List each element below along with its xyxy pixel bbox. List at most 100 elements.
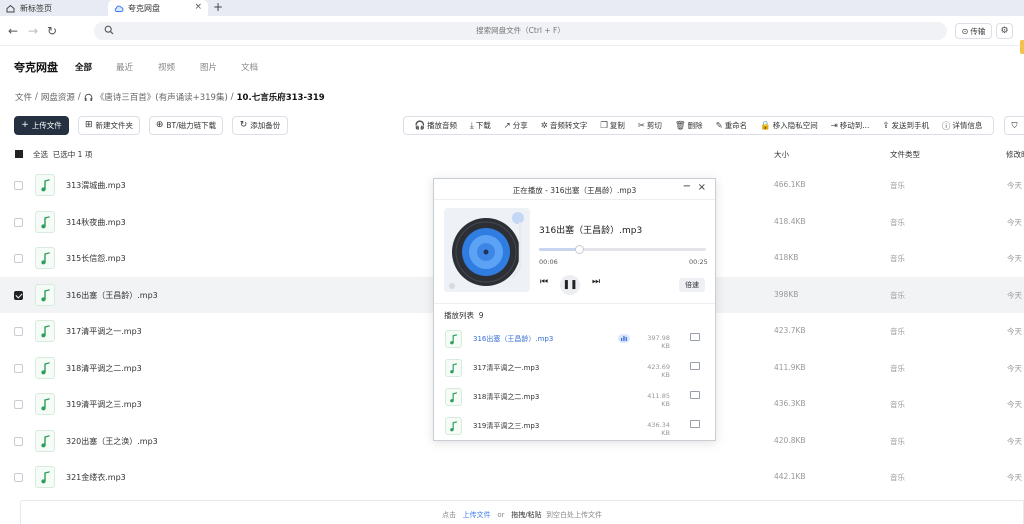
op-label: 详情信息 bbox=[952, 121, 983, 130]
tab-new-tab[interactable]: 新标签页 bbox=[0, 0, 108, 16]
playlist-item-size: 397.98 KB bbox=[647, 334, 670, 350]
new-folder-label: 新建文件夹 bbox=[95, 121, 134, 130]
category-image[interactable]: 图片 bbox=[200, 61, 217, 73]
playlist-item[interactable]: 317清平调之一.mp3 423.69 KB bbox=[434, 354, 717, 383]
table-row[interactable]: 321金缕衣.mp3 442.1KB 音乐 今天 1 bbox=[0, 459, 1024, 495]
pause-button[interactable]: ❚❚ bbox=[560, 275, 580, 295]
audio-file-icon bbox=[35, 174, 55, 196]
footer-suffix: 到空白处上传文件 bbox=[546, 511, 603, 519]
progress-knob[interactable] bbox=[575, 245, 585, 254]
file-type: 音乐 bbox=[890, 290, 905, 300]
op-label: 删除 bbox=[687, 121, 703, 130]
row-checkbox[interactable] bbox=[14, 290, 23, 300]
bt-download-button[interactable]: ⊕ BT/磁力链下载 bbox=[149, 116, 223, 135]
close-tab-icon[interactable]: × bbox=[194, 2, 202, 12]
new-tab-button[interactable]: + bbox=[213, 0, 223, 16]
add-backup-button[interactable]: ↻ 添加备份 bbox=[232, 116, 288, 135]
op-move-button[interactable]: ⇥ 移动到... bbox=[831, 120, 870, 131]
breadcrumb-resources[interactable]: 网盘资源 bbox=[41, 91, 75, 103]
select-all-label[interactable]: 全选 bbox=[33, 150, 48, 159]
footer-upload-link[interactable]: 上传文件 bbox=[463, 511, 491, 519]
playlist-item[interactable]: 316出塞（王昌龄）.mp3 397.98 KB bbox=[434, 325, 717, 354]
file-size: 420.8KB bbox=[774, 435, 806, 445]
music-note-icon bbox=[41, 361, 50, 374]
tab-quark-drive[interactable]: 夸克网盘 × bbox=[108, 0, 208, 16]
column-modified[interactable]: 修改时 bbox=[1006, 149, 1024, 160]
select-all-checkbox[interactable] bbox=[15, 150, 23, 158]
row-checkbox[interactable] bbox=[14, 254, 23, 263]
file-type: 音乐 bbox=[890, 254, 905, 263]
file-name[interactable]: 318清平调之二.mp3 bbox=[66, 363, 142, 374]
category-document[interactable]: 文档 bbox=[241, 61, 258, 73]
category-recent[interactable]: 最近 bbox=[116, 61, 133, 73]
op-share-button[interactable]: ↗ 分享 bbox=[504, 120, 528, 131]
file-name[interactable]: 313渭城曲.mp3 bbox=[66, 180, 126, 191]
file-name[interactable]: 321金缕衣.mp3 bbox=[66, 472, 126, 483]
file-name[interactable]: 315长信怨.mp3 bbox=[66, 253, 126, 264]
file-name[interactable]: 316出塞（王昌龄）.mp3 bbox=[66, 290, 158, 301]
send-to-phone-icon: ⇪ bbox=[882, 120, 890, 131]
row-checkbox[interactable] bbox=[14, 327, 23, 336]
open-folder-icon[interactable] bbox=[690, 420, 700, 428]
playback-speed-button[interactable]: 倍速 bbox=[679, 278, 705, 292]
open-folder-icon[interactable] bbox=[690, 362, 700, 370]
search-input[interactable]: 搜索网盘文件（Ctrl + F） bbox=[94, 22, 947, 40]
settings-button[interactable]: ⚙ bbox=[996, 23, 1013, 39]
side-panel-handle[interactable] bbox=[1020, 40, 1024, 54]
minimize-button[interactable]: − bbox=[683, 181, 691, 192]
op-lock-button[interactable]: 🔒 移入隐私空间 bbox=[760, 120, 818, 131]
category-video[interactable]: 视频 bbox=[158, 61, 175, 73]
op-headphone-button[interactable]: 🎧 播放音频 bbox=[414, 120, 457, 131]
music-note-icon bbox=[450, 334, 458, 345]
reload-button[interactable]: ↻ bbox=[47, 24, 57, 38]
row-checkbox[interactable] bbox=[14, 217, 23, 227]
tab-label: 新标签页 bbox=[20, 3, 52, 13]
op-trash-button[interactable]: 🗑 删除 bbox=[675, 120, 703, 131]
music-note-icon bbox=[450, 421, 458, 432]
category-all[interactable]: 全部 bbox=[75, 61, 92, 73]
row-checkbox[interactable] bbox=[14, 473, 23, 482]
row-checkbox[interactable] bbox=[14, 363, 23, 373]
op-info-button[interactable]: ⓘ 详情信息 bbox=[942, 120, 983, 132]
op-copy-button[interactable]: ❐ 复制 bbox=[600, 120, 625, 131]
op-rename-button[interactable]: ✎ 重命名 bbox=[716, 120, 748, 131]
breadcrumb-root[interactable]: 文件 bbox=[15, 91, 32, 103]
op-download-button[interactable]: ⤓ 下载 bbox=[470, 120, 491, 131]
op-audio-to-text-button[interactable]: ✲ 音频转文字 bbox=[541, 120, 588, 131]
progress-slider[interactable] bbox=[539, 245, 706, 254]
row-checkbox[interactable] bbox=[14, 181, 23, 190]
op-cut-button[interactable]: ✂ 剪切 bbox=[638, 120, 662, 131]
filter-button[interactable]: ⛉ bbox=[1004, 116, 1024, 135]
file-name[interactable]: 319清平调之三.mp3 bbox=[66, 399, 142, 410]
column-type[interactable]: 文件类型 bbox=[890, 149, 920, 160]
file-name[interactable]: 320出塞（王之涣）.mp3 bbox=[66, 436, 158, 447]
new-folder-button[interactable]: ⊞ 新建文件夹 bbox=[78, 116, 140, 135]
transfer-button[interactable]: ⊙ 传输 bbox=[955, 23, 992, 39]
player-title: 正在播放 - 316出塞（王昌龄）.mp3 bbox=[512, 186, 637, 195]
open-folder-icon[interactable] bbox=[690, 333, 700, 341]
playlist-item-name: 317清平调之一.mp3 bbox=[473, 364, 540, 372]
next-track-button[interactable]: ⏭ bbox=[592, 277, 600, 287]
previous-track-button[interactable]: ⏮ bbox=[540, 277, 548, 287]
file-name[interactable]: 317清平调之一.mp3 bbox=[66, 326, 142, 337]
close-player-button[interactable]: × bbox=[698, 182, 706, 193]
browser-tab-bar: 新标签页 夸克网盘 × + bbox=[0, 0, 1024, 16]
forward-button[interactable]: → bbox=[28, 24, 38, 38]
row-checkbox[interactable] bbox=[14, 436, 23, 446]
file-name[interactable]: 314秋夜曲.mp3 bbox=[66, 217, 126, 228]
breadcrumb-album[interactable]: 《唐诗三百首》(有声诵读+319集) bbox=[96, 91, 228, 103]
op-send-to-phone-button[interactable]: ⇪ 发送到手机 bbox=[882, 120, 929, 131]
row-checkbox[interactable] bbox=[14, 400, 23, 409]
column-size[interactable]: 大小 bbox=[774, 149, 789, 160]
file-type: 音乐 bbox=[890, 363, 905, 373]
file-modified: 今天 1 bbox=[1007, 436, 1024, 446]
playlist-header: 播放列表 9 bbox=[444, 310, 484, 321]
playlist-item-size: 423.69 KB bbox=[647, 363, 670, 379]
playlist-item[interactable]: 319清平调之三.mp3 436.34 KB bbox=[434, 412, 717, 441]
open-folder-icon[interactable] bbox=[690, 391, 700, 399]
back-button[interactable]: ← bbox=[8, 24, 18, 38]
upload-drop-zone[interactable]: 点击 上传文件 or 拖拽/粘贴 到空白处上传文件 bbox=[20, 500, 1024, 524]
upload-button[interactable]: + 上传文件 bbox=[14, 116, 69, 135]
playlist-item[interactable]: 318清平调之二.mp3 411.85 KB bbox=[434, 383, 717, 412]
now-playing-track: 316出塞（王昌龄）.mp3 bbox=[539, 226, 643, 236]
